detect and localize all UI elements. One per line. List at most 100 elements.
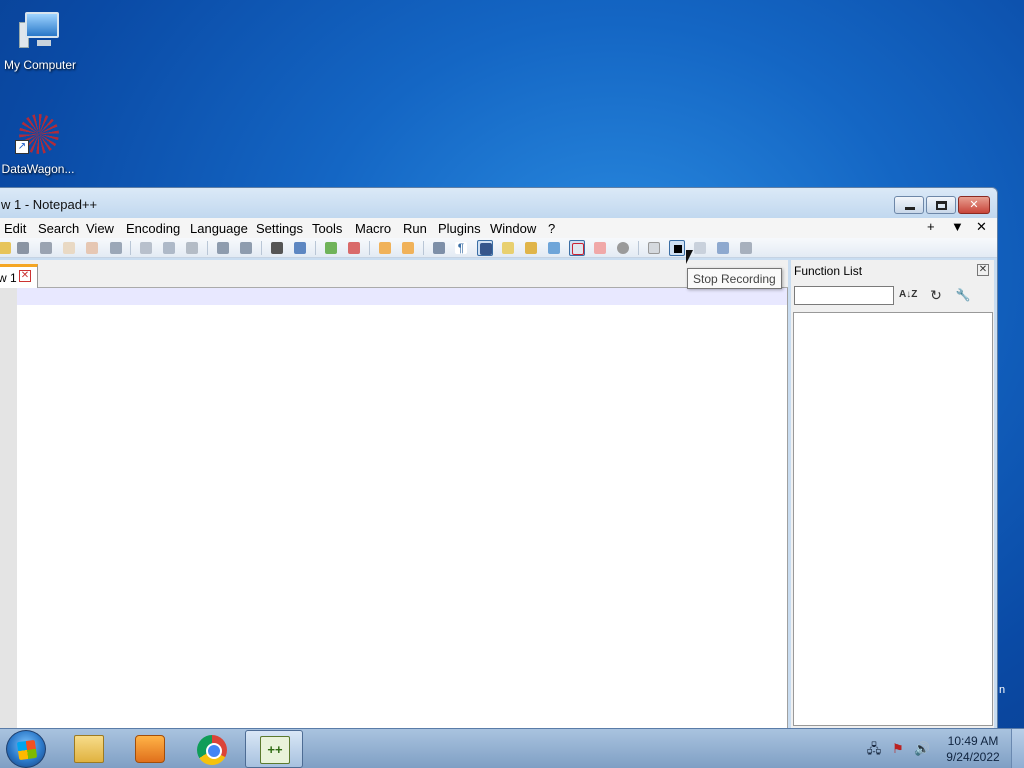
- zoom-in-icon: [325, 242, 337, 254]
- taskbar-chrome[interactable]: [183, 730, 241, 768]
- text-editor[interactable]: [17, 288, 788, 730]
- show-desktop-button[interactable]: [1011, 729, 1024, 768]
- redo-button[interactable]: [238, 240, 254, 256]
- replace-button[interactable]: [292, 240, 308, 256]
- document-map-button[interactable]: [523, 240, 539, 256]
- close-file-button[interactable]: [61, 240, 77, 256]
- save-button[interactable]: [15, 240, 31, 256]
- document-list-button[interactable]: [546, 240, 562, 256]
- document-tab[interactable]: w 1 ✕: [0, 264, 38, 288]
- taskbar-media-player[interactable]: [121, 730, 179, 768]
- computer-icon: [17, 8, 63, 54]
- function-list-title: Function List: [794, 264, 863, 278]
- cut-icon: [140, 242, 152, 254]
- zoom-in-button[interactable]: [323, 240, 339, 256]
- close-window-button[interactable]: ✕: [958, 196, 990, 214]
- undo-icon: [217, 242, 229, 254]
- menu-run[interactable]: Run: [403, 221, 427, 236]
- print-button[interactable]: [108, 240, 124, 256]
- maximize-button[interactable]: [926, 196, 956, 214]
- taskbar-file-explorer[interactable]: [60, 730, 118, 768]
- network-icon[interactable]: 🖧: [866, 741, 882, 757]
- menu-window[interactable]: Window: [490, 221, 536, 236]
- save-all-button[interactable]: [38, 240, 54, 256]
- document-map-icon: [525, 242, 537, 254]
- clock-date: 9/24/2022: [946, 750, 1000, 764]
- menu-plugins[interactable]: Plugins: [438, 221, 481, 236]
- close-document-button[interactable]: ✕: [976, 219, 987, 235]
- menu-view[interactable]: View: [86, 221, 114, 236]
- sort-icon[interactable]: A↓Z: [899, 286, 917, 304]
- save-all-icon: [40, 242, 52, 254]
- title-bar[interactable]: w 1 - Notepad++ ✕: [0, 188, 997, 218]
- close-file-icon: [63, 242, 75, 254]
- minimize-button[interactable]: [894, 196, 924, 214]
- tab-close-icon[interactable]: ✕: [19, 270, 31, 282]
- reload-icon[interactable]: ↻: [927, 286, 945, 304]
- define-language-button[interactable]: [500, 240, 516, 256]
- chrome-icon: [197, 735, 227, 765]
- menu-macro[interactable]: Macro: [355, 221, 391, 236]
- sync-vertical-button[interactable]: [377, 240, 393, 256]
- desktop-icon-label: DataWagon...: [1, 162, 75, 176]
- define-language-icon: [502, 242, 514, 254]
- tab-list-dropdown[interactable]: ▼: [951, 219, 964, 234]
- wrench-icon[interactable]: 🔧: [954, 286, 972, 304]
- playback-button[interactable]: [692, 240, 708, 256]
- close-icon: ✕: [969, 199, 979, 211]
- run-macro-multiple-button[interactable]: [715, 240, 731, 256]
- indent-guide-button[interactable]: [477, 240, 493, 256]
- save-macro-button[interactable]: [738, 240, 754, 256]
- desktop-icon-label: My Computer: [3, 58, 77, 72]
- current-line-highlight: [17, 288, 787, 305]
- save-icon: [17, 242, 29, 254]
- print-icon: [110, 242, 122, 254]
- new-tab-button[interactable]: +: [927, 219, 935, 234]
- find-button[interactable]: [269, 240, 285, 256]
- function-list-button[interactable]: [569, 240, 585, 256]
- cut-button[interactable]: [138, 240, 154, 256]
- taskbar-notepad-plus-plus[interactable]: ++: [245, 730, 303, 768]
- menu-search[interactable]: Search: [38, 221, 79, 236]
- volume-icon[interactable]: 🔊: [914, 741, 930, 757]
- copy-button[interactable]: [161, 240, 177, 256]
- system-clock[interactable]: 10:49 AM 9/24/2022: [936, 733, 1010, 765]
- undo-button[interactable]: [215, 240, 231, 256]
- sync-horizontal-button[interactable]: [400, 240, 416, 256]
- redo-icon: [240, 242, 252, 254]
- word-wrap-button[interactable]: [431, 240, 447, 256]
- action-center-icon[interactable]: ⚑: [890, 741, 906, 757]
- document-list-icon: [548, 242, 560, 254]
- show-all-chars-button[interactable]: ¶: [453, 240, 469, 256]
- function-list-icon: [572, 243, 584, 255]
- pilcrow-icon: ¶: [455, 242, 467, 254]
- binoculars-icon: [271, 242, 283, 254]
- start-button[interactable]: [6, 730, 46, 768]
- mouse-cursor-icon: [686, 250, 693, 264]
- toolbar-separator: [638, 241, 639, 255]
- paste-button[interactable]: [184, 240, 200, 256]
- desktop-edge-glyph: n: [999, 684, 1006, 696]
- desktop-icon-my-computer[interactable]: My Computer: [0, 8, 80, 72]
- menu-settings[interactable]: Settings: [256, 221, 303, 236]
- menu-language[interactable]: Language: [190, 221, 248, 236]
- menu-edit[interactable]: Edit: [4, 221, 26, 236]
- function-list-search-input[interactable]: [794, 286, 894, 305]
- menu-tools[interactable]: Tools: [312, 221, 342, 236]
- zoom-out-icon: [348, 242, 360, 254]
- function-list-close-icon[interactable]: ✕: [977, 264, 989, 276]
- close-all-button[interactable]: [84, 240, 100, 256]
- function-list-tree[interactable]: [793, 312, 993, 726]
- menu-encoding[interactable]: Encoding: [126, 221, 180, 236]
- folder-workspace-button[interactable]: [592, 240, 608, 256]
- notepad-plus-plus-window: w 1 - Notepad++ ✕ Edit Search View Encod…: [0, 187, 998, 730]
- zoom-out-button[interactable]: [346, 240, 362, 256]
- desktop-icon-datawagon[interactable]: ↗ DataWagon...: [0, 112, 78, 176]
- stop-recording-button[interactable]: [669, 240, 685, 256]
- monitoring-button[interactable]: [615, 240, 631, 256]
- close-all-icon: [86, 242, 98, 254]
- open-file-button[interactable]: [0, 240, 13, 256]
- sync-vertical-icon: [379, 242, 391, 254]
- menu-help[interactable]: ?: [548, 221, 555, 236]
- start-recording-button[interactable]: [646, 240, 662, 256]
